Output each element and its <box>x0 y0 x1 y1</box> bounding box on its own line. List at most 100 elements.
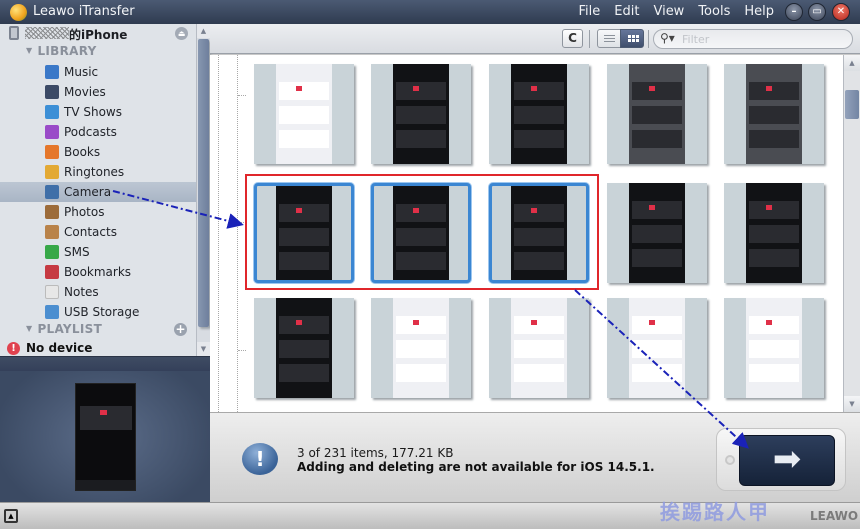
scroll-up-arrow-icon[interactable]: ▲ <box>197 24 210 38</box>
selection-summary: 3 of 231 items, 177.21 KB <box>297 446 454 460</box>
tree-line <box>218 55 219 412</box>
refresh-button[interactable]: C <box>562 29 583 48</box>
screenshot-image <box>746 183 802 283</box>
menu-edit[interactable]: Edit <box>614 4 639 19</box>
device-row[interactable]: 的iPhone ⏏ <box>0 24 196 42</box>
photo-thumbnail[interactable] <box>371 64 471 164</box>
screen-card <box>279 130 329 148</box>
sidebar-item-bookmarks[interactable]: Bookmarks <box>0 262 196 282</box>
content-scrollbar[interactable]: ▲ ▼ <box>843 55 860 412</box>
eject-icon[interactable]: ⏏ <box>175 27 188 40</box>
sidebar-item-label: Movies <box>64 85 106 99</box>
scroll-thumb[interactable] <box>845 90 859 119</box>
filter-box: ⚲▾ <box>653 29 853 49</box>
sidebar-item-sms[interactable]: SMS <box>0 242 196 262</box>
minimize-button[interactable]: – <box>785 3 803 21</box>
screenshot-image <box>629 183 685 283</box>
ios-warning: Adding and deleting are not available fo… <box>297 460 655 474</box>
sidebar-item-camera[interactable]: Camera <box>0 182 196 202</box>
screen-card <box>632 364 682 382</box>
transfer-button[interactable]: ➡ <box>739 435 835 486</box>
app-badge-icon <box>649 205 655 210</box>
photo-thumbnail[interactable] <box>254 298 354 398</box>
screen-card <box>514 340 564 358</box>
photo-thumbnail[interactable] <box>254 64 354 164</box>
photo-thumbnail[interactable] <box>371 183 471 283</box>
app-badge-icon <box>531 86 537 91</box>
search-icon[interactable]: ⚲▾ <box>660 31 675 45</box>
sidebar-item-movies[interactable]: Movies <box>0 82 196 102</box>
preview-pane <box>0 356 210 502</box>
add-playlist-icon[interactable]: + <box>174 323 187 336</box>
photo-thumbnail[interactable] <box>254 183 354 283</box>
sidebar-scrollbar[interactable]: ▲ ▼ <box>196 24 210 356</box>
grid-view-button[interactable] <box>620 29 644 48</box>
screen-card <box>514 106 564 124</box>
menu-view[interactable]: View <box>653 4 684 19</box>
close-button[interactable]: ✕ <box>832 3 850 21</box>
sidebar-item-books[interactable]: Books <box>0 142 196 162</box>
playlist-header-label: PLAYLIST <box>37 322 103 336</box>
notes-icon <box>45 285 59 299</box>
screen-card <box>396 106 446 124</box>
screen-card <box>396 364 446 382</box>
tree-line <box>237 55 238 412</box>
menu-help[interactable]: Help <box>744 4 774 19</box>
photo-thumbnail[interactable] <box>724 183 824 283</box>
scroll-up-arrow-icon[interactable]: ▲ <box>844 55 860 71</box>
photo-thumbnail[interactable] <box>607 298 707 398</box>
maximize-button[interactable]: ▭ <box>808 3 826 21</box>
redacted-name <box>25 27 69 39</box>
sidebar-item-label: SMS <box>64 245 90 259</box>
screen-card <box>632 106 682 124</box>
photo-thumbnail[interactable] <box>371 298 471 398</box>
screen-card <box>514 252 564 270</box>
app-badge-icon <box>649 86 655 91</box>
photo-thumbnail[interactable] <box>607 64 707 164</box>
scroll-down-arrow-icon[interactable]: ▼ <box>197 342 210 356</box>
list-view-button[interactable] <box>597 29 621 48</box>
screenshot-image <box>511 186 567 280</box>
thumbnail-grid <box>210 55 843 412</box>
photo-thumbnail[interactable] <box>489 183 589 283</box>
sidebar-item-label: Notes <box>64 285 99 299</box>
sidebar-item-contacts[interactable]: Contacts <box>0 222 196 242</box>
screenshot-image <box>511 298 567 398</box>
tree-line <box>238 95 246 96</box>
screen-card <box>514 82 564 100</box>
screen-card <box>749 340 799 358</box>
sidebar-item-photos[interactable]: Photos <box>0 202 196 222</box>
sidebar-item-podcasts[interactable]: Podcasts <box>0 122 196 142</box>
sidebar-item-music[interactable]: Music <box>0 62 196 82</box>
photo-thumbnail[interactable] <box>724 64 824 164</box>
watermark: 挨踢路人甲 <box>660 500 770 524</box>
app-badge-icon <box>296 86 302 91</box>
menu-file[interactable]: File <box>579 4 601 19</box>
sidebar-item-label: Bookmarks <box>64 265 132 279</box>
screen-card <box>279 364 329 382</box>
app-badge-icon <box>296 320 302 325</box>
screen-card <box>279 82 329 100</box>
photo-thumbnail[interactable] <box>607 183 707 283</box>
sidebar-item-tv-shows[interactable]: TV Shows <box>0 102 196 122</box>
screen-card <box>749 201 799 219</box>
screen-card <box>632 201 682 219</box>
library-header[interactable]: ▼ LIBRARY <box>26 44 97 58</box>
playlist-header[interactable]: ▼ PLAYLIST <box>26 322 102 336</box>
screenshot-image <box>393 186 449 280</box>
sidebar-item-notes[interactable]: Notes <box>0 282 196 302</box>
filter-input[interactable] <box>682 32 842 46</box>
photo-thumbnail[interactable] <box>489 64 589 164</box>
sidebar-item-ringtones[interactable]: Ringtones <box>0 162 196 182</box>
photo-thumbnail[interactable] <box>724 298 824 398</box>
device-name: 的iPhone <box>69 28 128 42</box>
sidebar-item-label: Books <box>64 145 101 159</box>
menu-tools[interactable]: Tools <box>698 4 730 19</box>
photo-thumbnail[interactable] <box>489 298 589 398</box>
scroll-down-arrow-icon[interactable]: ▼ <box>844 396 860 412</box>
screenshot-image <box>276 298 332 398</box>
sidebar-item-usb-storage[interactable]: USB Storage <box>0 302 196 322</box>
screen-card <box>279 106 329 124</box>
scroll-thumb[interactable] <box>198 39 209 327</box>
toggle-preview-icon[interactable]: ▲ <box>4 509 18 523</box>
